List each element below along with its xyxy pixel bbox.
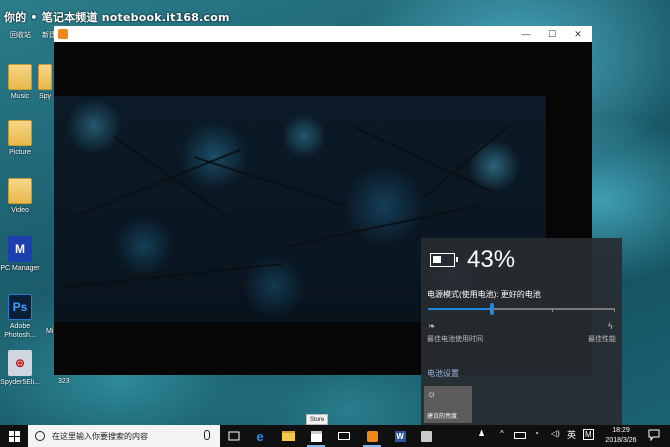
taskbar-media-player[interactable] bbox=[360, 425, 384, 447]
player-app-icon bbox=[58, 29, 68, 39]
close-button[interactable]: ✕ bbox=[564, 26, 592, 42]
best-battery-caption: 最佳电池使用时间 bbox=[427, 336, 483, 343]
brightness-tile[interactable]: ☼ 建议的亮度 bbox=[424, 386, 472, 423]
notification-icon bbox=[648, 429, 660, 442]
ime-language[interactable]: 英 bbox=[567, 428, 576, 441]
desktop-icon-pc-manager[interactable]: M PC Manager bbox=[0, 236, 42, 273]
branch-shape bbox=[423, 125, 509, 198]
folder-icon bbox=[8, 120, 32, 146]
desktop-icon-label: Spyder5Eli... bbox=[0, 379, 40, 386]
cortana-circle-icon bbox=[35, 431, 45, 441]
battery-percent: 43% bbox=[467, 246, 516, 273]
slider-fill bbox=[428, 308, 492, 310]
pc-manager-icon: M bbox=[8, 236, 32, 262]
battery-level-fill bbox=[433, 256, 441, 263]
clock[interactable]: 18:29 2018/3/26 bbox=[598, 426, 644, 446]
branch-shape bbox=[113, 136, 230, 219]
power-mode-slider[interactable] bbox=[428, 303, 615, 315]
search-placeholder: 在这里输入你要搜索的内容 bbox=[52, 432, 148, 441]
desktop-icon-label: Picture bbox=[9, 149, 31, 156]
desktop-icon-video[interactable]: Video bbox=[0, 178, 42, 215]
start-button[interactable] bbox=[0, 425, 28, 447]
store-bag-icon bbox=[310, 430, 322, 442]
volume-icon[interactable]: ◁) bbox=[551, 429, 560, 438]
task-view-button[interactable] bbox=[222, 425, 246, 447]
recycle-bin-label[interactable]: 回收站 bbox=[10, 30, 31, 40]
clock-date: 2018/3/26 bbox=[605, 437, 637, 444]
people-icon[interactable]: ♟ bbox=[478, 429, 485, 438]
desktop-icon-picture[interactable]: Picture bbox=[0, 120, 42, 157]
folder-icon bbox=[8, 64, 32, 90]
edge-icon: e bbox=[256, 428, 264, 444]
windows-logo-icon bbox=[8, 430, 20, 442]
battery-tray-icon[interactable] bbox=[514, 432, 526, 439]
search-box[interactable]: 在这里输入你要搜索的内容 bbox=[28, 425, 220, 447]
desktop-icon-photoshop[interactable]: Ps Adobe Photosh... bbox=[0, 294, 42, 340]
taskbar-edge[interactable]: e bbox=[248, 425, 272, 447]
branch-shape bbox=[193, 156, 347, 208]
battery-settings-link[interactable]: 电池设置 bbox=[427, 368, 459, 379]
slider-tick bbox=[490, 309, 491, 312]
chevron-up-icon[interactable]: ^ bbox=[500, 429, 504, 438]
taskbar-mail[interactable] bbox=[332, 425, 356, 447]
battery-flyout: 43% 电源模式(使用电池): 更好的电池 ❧ ϟ 最佳电池使用时间 最佳性能 … bbox=[421, 238, 622, 425]
task-view-icon bbox=[228, 431, 240, 441]
power-mode-label: 电源模式(使用电池): 更好的电池 bbox=[427, 290, 541, 299]
desktop-icon-label-323[interactable]: 323 bbox=[58, 378, 70, 385]
microphone-icon[interactable] bbox=[204, 430, 210, 440]
folder-icon bbox=[8, 178, 32, 204]
app-icon bbox=[420, 430, 432, 442]
desktop: 你的 • 笔记本频道 notebook.it168.com 回收站 新建 Mus… bbox=[0, 0, 670, 425]
media-player-icon bbox=[366, 430, 378, 442]
best-performance-caption: 最佳性能 bbox=[588, 336, 616, 343]
photoshop-icon: Ps bbox=[8, 294, 32, 320]
taskbar-store[interactable] bbox=[304, 425, 328, 447]
mail-icon bbox=[338, 432, 350, 440]
brightness-tile-label: 建议的亮度 bbox=[427, 414, 458, 420]
leaf-icon: ❧ bbox=[428, 321, 436, 331]
taskbar: 在这里输入你要搜索的内容 e W ♟ ^ ◔ ◁) 英 M 18:29 2018… bbox=[0, 425, 670, 447]
watermark: 你的 • 笔记本频道 notebook.it168.com bbox=[4, 11, 230, 24]
folder-icon bbox=[38, 64, 52, 90]
clock-time: 18:29 bbox=[612, 427, 630, 434]
network-icon[interactable]: ◔ bbox=[534, 429, 539, 438]
desktop-icon-label: Adobe Photosh... bbox=[4, 323, 36, 339]
taskbar-file-explorer[interactable] bbox=[276, 425, 300, 447]
lightning-icon: ϟ bbox=[608, 321, 613, 331]
battery-icon bbox=[430, 253, 458, 267]
player-titlebar[interactable]: — ☐ ✕ bbox=[54, 26, 592, 42]
desktop-icon-label: Video bbox=[11, 207, 29, 214]
desktop-icon-spyder[interactable]: ⊕ Spyder5Eli... bbox=[0, 350, 42, 387]
slider-tick bbox=[552, 309, 553, 312]
brightness-sun-icon: ☼ bbox=[427, 389, 437, 400]
taskbar-app-extra[interactable] bbox=[414, 425, 438, 447]
taskbar-word[interactable]: W bbox=[388, 425, 412, 447]
branch-shape bbox=[353, 126, 500, 196]
branch-shape bbox=[63, 263, 283, 288]
ime-mode[interactable]: M bbox=[583, 429, 594, 440]
action-center-icon[interactable] bbox=[648, 429, 660, 442]
word-icon: W bbox=[394, 430, 406, 442]
desktop-icon-label-mi[interactable]: Mi bbox=[46, 328, 53, 335]
folder-icon bbox=[281, 431, 295, 441]
minimize-button[interactable]: — bbox=[512, 26, 540, 42]
maximize-button[interactable]: ☐ bbox=[538, 26, 566, 42]
spyder-icon: ⊕ bbox=[8, 350, 32, 376]
desktop-icon-label: PC Manager bbox=[0, 265, 40, 272]
store-tooltip: Store bbox=[306, 414, 329, 425]
slider-tick bbox=[614, 309, 615, 312]
